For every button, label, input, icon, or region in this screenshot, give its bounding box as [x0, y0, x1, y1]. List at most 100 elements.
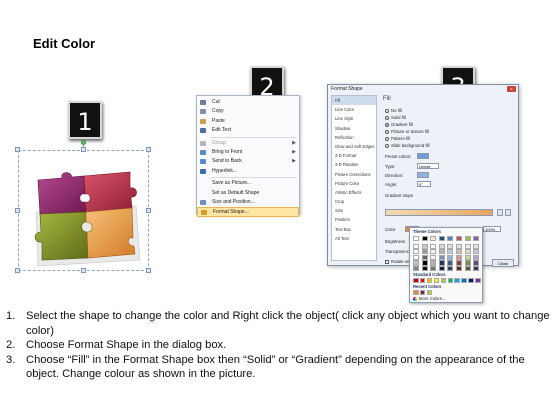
theme-color-swatch[interactable] [473, 266, 480, 272]
radio-no-fill[interactable]: No fill [385, 108, 402, 113]
theme-color-swatch[interactable] [464, 254, 471, 260]
nav-item-reflection[interactable]: Reflection [332, 133, 376, 142]
menu-item-edit-text[interactable]: Edit Text [197, 126, 299, 135]
more-colors-link[interactable]: More Colors... [413, 296, 445, 301]
theme-color-swatch[interactable] [456, 236, 462, 242]
menu-item-send-to-back[interactable]: Send to Back ▶ [197, 157, 299, 166]
remove-stop-button[interactable] [505, 209, 511, 216]
nav-item-line-color[interactable]: Line Color [332, 105, 376, 114]
theme-color-swatch[interactable] [413, 249, 419, 255]
theme-color-swatch[interactable] [430, 260, 437, 266]
nav-item-fill[interactable]: Fill [332, 96, 376, 106]
theme-color-swatch[interactable] [413, 243, 419, 249]
add-stop-button[interactable] [497, 209, 503, 216]
theme-color-swatch[interactable] [430, 243, 437, 249]
theme-color-swatch[interactable] [421, 243, 428, 249]
nav-item-3d-rotation[interactable]: 3-D Rotation [332, 160, 376, 169]
theme-color-swatch[interactable] [464, 266, 471, 272]
standard-color-swatch[interactable] [433, 278, 440, 284]
menu-item-save-as-picture[interactable]: Save as Picture... [197, 179, 299, 188]
theme-color-swatch[interactable] [464, 260, 471, 266]
radio-slide-background-fill[interactable]: Slide background fill [385, 143, 429, 148]
menu-item-copy[interactable]: Copy [197, 107, 299, 116]
theme-color-swatch[interactable] [430, 236, 437, 242]
nav-item-picture-corrections[interactable]: Picture Corrections [332, 170, 376, 179]
preset-colors-dropdown[interactable] [417, 153, 429, 159]
standard-color-swatch[interactable] [447, 278, 454, 284]
theme-color-swatch[interactable] [413, 254, 419, 260]
menu-item-paste[interactable]: Paste [197, 117, 299, 126]
nav-item-alt-text[interactable]: Alt Text [332, 234, 376, 243]
nav-item-text-box[interactable]: Text Box [332, 225, 376, 234]
theme-color-swatch[interactable] [421, 236, 428, 242]
theme-color-swatch[interactable] [413, 236, 419, 242]
standard-color-swatch[interactable] [440, 278, 447, 284]
rotation-handle[interactable] [81, 140, 86, 145]
theme-color-swatch[interactable] [447, 266, 454, 272]
nav-item-artistic-effects[interactable]: Artistic Effects [332, 188, 376, 197]
theme-color-swatch[interactable] [447, 260, 454, 266]
theme-color-swatch[interactable] [456, 260, 462, 266]
theme-color-swatch[interactable] [456, 254, 462, 260]
standard-color-swatch[interactable] [461, 278, 467, 284]
radio-picture-fill[interactable]: Picture or texture fill [385, 129, 429, 134]
gradient-stops-bar[interactable] [385, 209, 493, 216]
menu-item-set-default-shape[interactable]: Set as Default Shape [197, 189, 299, 198]
standard-color-swatch[interactable] [454, 278, 460, 284]
angle-input[interactable]: 0° [417, 181, 431, 187]
type-dropdown[interactable]: Linear [417, 163, 439, 169]
theme-color-swatch[interactable] [473, 254, 480, 260]
theme-color-swatch[interactable] [473, 249, 480, 255]
nav-item-line-style[interactable]: Line Style [332, 114, 376, 123]
standard-color-swatch[interactable] [426, 278, 433, 284]
theme-color-swatch[interactable] [447, 243, 454, 249]
theme-color-swatch[interactable] [438, 266, 445, 272]
nav-item-shadow[interactable]: Shadow [332, 124, 376, 133]
nav-item-3d-format[interactable]: 3-D Format [332, 151, 376, 160]
radio-pattern-fill[interactable]: Pattern fill [385, 136, 410, 141]
theme-color-swatch[interactable] [447, 254, 454, 260]
theme-color-swatch[interactable] [464, 243, 471, 249]
theme-color-swatch[interactable] [456, 249, 462, 255]
position-input[interactable]: 100% [483, 226, 501, 232]
theme-color-swatch[interactable] [456, 243, 462, 249]
theme-color-swatch[interactable] [421, 254, 428, 260]
direction-dropdown[interactable] [417, 172, 429, 178]
theme-color-swatch[interactable] [447, 236, 454, 242]
nav-item-crop[interactable]: Crop [332, 197, 376, 206]
theme-color-swatch[interactable] [438, 249, 445, 255]
close-icon[interactable]: x [507, 86, 516, 92]
menu-item-format-shape[interactable]: Format Shape... [197, 207, 299, 217]
theme-color-swatch[interactable] [473, 243, 480, 249]
theme-color-swatch[interactable] [473, 260, 480, 266]
standard-color-swatch[interactable] [419, 278, 426, 284]
theme-color-swatch[interactable] [438, 243, 445, 249]
standard-color-swatch[interactable] [475, 278, 481, 284]
nav-item-glow[interactable]: Glow and Soft Edges [332, 142, 376, 151]
nav-item-size[interactable]: Size [332, 206, 376, 215]
nav-item-position[interactable]: Position [332, 215, 376, 224]
theme-color-swatch[interactable] [438, 260, 445, 266]
theme-color-swatch[interactable] [430, 254, 437, 260]
close-button[interactable]: Close [492, 259, 514, 267]
theme-color-swatch[interactable] [413, 266, 419, 272]
theme-color-swatch[interactable] [430, 266, 437, 272]
menu-item-size-position[interactable]: Size and Position... [197, 198, 299, 207]
radio-gradient-fill[interactable]: Gradient fill [385, 122, 413, 127]
menu-item-hyperlink[interactable]: Hyperlink... [197, 167, 299, 176]
theme-color-swatch[interactable] [456, 266, 462, 272]
theme-color-swatch[interactable] [473, 236, 480, 242]
theme-color-swatch[interactable] [421, 249, 428, 255]
theme-color-swatch[interactable] [464, 236, 471, 242]
puzzle-shape-group[interactable] [15, 140, 151, 273]
menu-item-cut[interactable]: Cut [197, 98, 299, 107]
theme-color-swatch[interactable] [438, 236, 445, 242]
recent-color-swatch[interactable] [419, 290, 426, 296]
standard-color-swatch[interactable] [468, 278, 474, 284]
recent-color-swatch[interactable] [413, 290, 419, 296]
radio-solid-fill[interactable]: Solid fill [385, 115, 406, 120]
recent-color-swatch[interactable] [426, 290, 433, 296]
nav-item-picture-color[interactable]: Picture Color [332, 179, 376, 188]
theme-color-swatch[interactable] [438, 254, 445, 260]
menu-item-group[interactable]: Group ▶ [197, 139, 299, 148]
